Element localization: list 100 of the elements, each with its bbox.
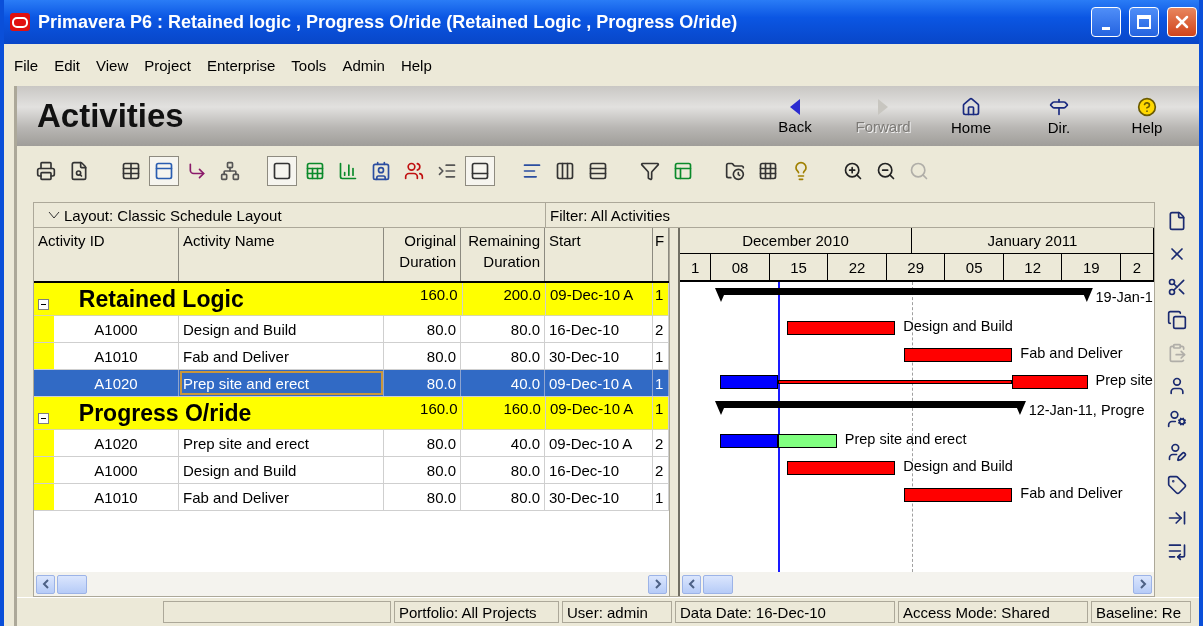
week-header: 12 — [1003, 254, 1063, 280]
table-cell: 160.0 — [462, 397, 546, 429]
minimize-icon — [1102, 26, 1110, 30]
collapse-toggle[interactable] — [38, 413, 50, 424]
scroll-left-icon[interactable] — [682, 574, 701, 594]
bar-label: Prep site and erect — [844, 431, 967, 447]
toolbar-button[interactable] — [149, 156, 179, 186]
zoom-in-icon — [843, 161, 863, 181]
table-cell: A1010 — [54, 343, 179, 369]
table-cell: 16-Dec-10 — [545, 316, 653, 342]
table-cell: 30-Dec-10 — [545, 343, 653, 369]
menu-item[interactable]: View — [88, 56, 137, 74]
table-row[interactable]: A1020 Prep site and erect 80.0 40.0 09-Dec-10 A 2 — [34, 430, 669, 457]
status-text: Portfolio: All Projects — [394, 601, 559, 623]
user-table-icon — [371, 161, 391, 181]
app-logo-icon — [10, 13, 30, 31]
table-cell: 40.0 — [461, 370, 545, 396]
scrollbar[interactable] — [34, 572, 669, 596]
activity-bar — [719, 375, 779, 389]
menu-item[interactable]: Help — [392, 56, 440, 74]
month-header: January 2011 — [912, 228, 1154, 253]
table-cell: 160.0 — [386, 397, 463, 429]
table-cell: Design and Build — [179, 457, 384, 483]
tag-icon — [1167, 474, 1187, 495]
copy-icon — [1167, 309, 1187, 330]
table-cell: Prep site and erect — [179, 430, 384, 456]
table-cell: 09-Dec-10 A — [545, 283, 654, 315]
menu-item[interactable]: Edit — [46, 56, 89, 74]
folder-clock-icon — [725, 161, 745, 181]
maximize-button[interactable] — [1129, 7, 1159, 37]
table-cell: 80.0 — [384, 484, 461, 510]
week-header: 22 — [828, 254, 887, 280]
table-cell: 80.0 — [384, 457, 461, 483]
table-cell: 80.0 — [461, 343, 545, 369]
bar-label: Design and Build — [903, 318, 1013, 334]
bar-label: Prep site — [1095, 372, 1153, 388]
menu-item[interactable]: Project — [136, 56, 199, 74]
users-icon — [404, 161, 424, 181]
nav-button[interactable]: Back — [751, 90, 839, 142]
scroll-thumb[interactable] — [703, 574, 733, 594]
column-header[interactable]: Original Duration — [384, 228, 461, 281]
table-cell: 09-Dec-10 A — [545, 430, 653, 456]
scroll-thumb[interactable] — [57, 574, 87, 594]
table-row[interactable]: A1010 Fab and Deliver 80.0 80.0 30-Dec-10 1 — [34, 484, 669, 511]
column-header[interactable]: Activity Name — [179, 228, 384, 281]
column-header[interactable]: Remaining Duration — [461, 228, 545, 281]
network-icon — [220, 161, 240, 181]
collapse-toggle[interactable] — [38, 299, 50, 310]
scroll-right-icon[interactable] — [648, 574, 667, 594]
layout-selector[interactable]: Layout: Classic Schedule Layout — [34, 203, 546, 227]
nav-button[interactable]: Home — [927, 90, 1015, 142]
column-header[interactable]: Activity ID — [34, 228, 179, 281]
table-cell: 80.0 — [384, 370, 461, 396]
table-cell: 80.0 — [384, 430, 461, 456]
user-icon — [1167, 375, 1187, 396]
layout-icon — [673, 161, 693, 181]
user-gear-icon — [1167, 408, 1187, 429]
table-row[interactable]: A1020 Prep site and erect 80.0 40.0 09-Dec-10 A 1 — [34, 370, 669, 397]
activity-bar — [778, 434, 837, 448]
menu-item[interactable]: Enterprise — [198, 56, 284, 74]
bar-label: 19-Jan-1 — [1095, 289, 1153, 305]
toolbar-button[interactable] — [267, 156, 297, 186]
bars-icon — [522, 161, 542, 181]
close-button[interactable] — [1167, 7, 1197, 37]
table-row[interactable]: A1000 Design and Build 80.0 80.0 16-Dec-10 2 — [34, 316, 669, 343]
status-text: Access Mode: Shared — [898, 601, 1088, 623]
nav-button[interactable]: Dir. — [1015, 90, 1103, 142]
table-cell: A1000 — [54, 457, 179, 483]
toolbar-button[interactable] — [465, 156, 495, 186]
bar-chart-icon — [338, 161, 358, 181]
table-row[interactable]: A1010 Fab and Deliver 80.0 80.0 30-Dec-10 1 — [34, 343, 669, 370]
scroll-left-icon[interactable] — [36, 574, 55, 594]
table-cell: 160.0 — [386, 283, 463, 315]
table-cell: 40.0 — [461, 430, 545, 456]
column-header[interactable]: Start — [545, 228, 653, 281]
scroll-right-icon[interactable] — [1133, 574, 1152, 594]
scrollbar[interactable] — [680, 572, 1154, 596]
print-preview-icon — [69, 161, 89, 181]
menu-item[interactable]: Admin — [334, 56, 393, 74]
status-text: User: admin — [562, 601, 672, 623]
group-name: Progress O/ride — [77, 398, 253, 428]
week-header: 05 — [945, 254, 1004, 280]
columns-icon — [555, 161, 575, 181]
status-text: Data Date: 16-Dec-10 — [675, 601, 895, 623]
bar-label: 12-Jan-11, Progre — [1028, 402, 1145, 418]
arrow-icon — [187, 161, 207, 181]
table-cell: 80.0 — [384, 316, 461, 342]
table-cell: A1020 — [54, 370, 179, 396]
menu-item[interactable]: File — [6, 56, 47, 74]
table-icon — [121, 161, 141, 181]
table-cell: A1010 — [54, 484, 179, 510]
menu-item[interactable]: Tools — [283, 56, 335, 74]
nav-button[interactable]: Help — [1103, 90, 1191, 142]
maximize-icon — [1137, 15, 1151, 29]
minimize-button[interactable] — [1091, 7, 1121, 37]
week-header: 08 — [711, 254, 770, 280]
zoom-out-icon — [876, 161, 896, 181]
table-row[interactable]: A1000 Design and Build 80.0 80.0 16-Dec-10 2 — [34, 457, 669, 484]
pane-splitter[interactable] — [669, 228, 680, 596]
file-icon — [1167, 210, 1187, 231]
